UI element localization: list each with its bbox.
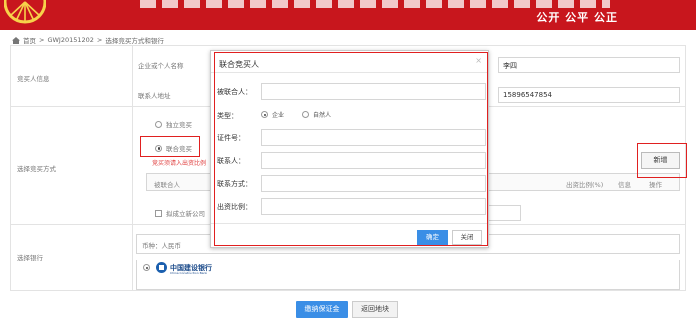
new-company-option[interactable]: 拟成立新公司 (155, 208, 205, 218)
modal-highlight-box (214, 52, 488, 246)
bid-mode-label: 选择竞买方式 (17, 165, 56, 173)
bank-radio[interactable] (143, 264, 150, 271)
back-to-plot-button[interactable]: 返回地块 (352, 301, 398, 318)
independent-bid-option[interactable]: 独立竞买 (155, 119, 192, 129)
top-banner: 公开 公平 公正 (0, 0, 696, 30)
breadcrumb-separator: > (39, 36, 45, 44)
name-field-label: 企业或个人名称 (138, 62, 184, 70)
col-action: 操作 (649, 181, 662, 189)
new-company-checkbox[interactable] (155, 209, 162, 217)
breadcrumb-code[interactable]: GWJ20151202 (47, 36, 93, 44)
emblem-icon (4, 0, 46, 24)
breadcrumb-separator: > (96, 36, 103, 44)
banner-title-graphic (140, 0, 610, 8)
joint-highlight-box (140, 136, 200, 157)
currency-label: 币种：人民币 (142, 242, 181, 250)
col-info: 信息 (618, 181, 631, 189)
name-input[interactable]: 李四 (498, 57, 680, 73)
add-highlight-box (637, 143, 687, 178)
bidder-info-label: 竞买人信息 (17, 75, 50, 83)
col-joint-person: 被联合人 (154, 181, 180, 189)
independent-label: 独立竞买 (166, 121, 192, 129)
banner-slogan: 公开 公平 公正 (536, 11, 618, 24)
ccb-logo[interactable]: 中国建设银行 China Construction Bank (156, 262, 212, 275)
new-company-label: 拟成立新公司 (166, 210, 205, 218)
bank-divider (136, 253, 680, 260)
breadcrumb-current: 选择竞买方式和银行 (105, 37, 164, 45)
independent-radio[interactable] (155, 120, 162, 128)
phone-input[interactable]: 15896547854 (498, 87, 680, 103)
address-field-label: 联系人地址 (138, 92, 171, 100)
pay-deposit-button[interactable]: 缴纳保证金 (296, 301, 348, 318)
col-ratio: 出资比例(%) (566, 181, 604, 189)
breadcrumb-home[interactable]: 首页 (23, 35, 36, 45)
ratio-hint: 竞买须请入出资比例 (152, 160, 207, 167)
bank-name-en: China Construction Bank (170, 271, 208, 275)
bank-section-label: 选择银行 (17, 254, 43, 262)
ccb-logo-icon (156, 262, 167, 273)
breadcrumb: 首页 > GWJ20151202 > 选择竞买方式和银行 (12, 35, 164, 45)
bank-option[interactable] (143, 264, 150, 271)
new-company-input[interactable] (488, 205, 521, 221)
home-icon[interactable] (12, 36, 20, 44)
